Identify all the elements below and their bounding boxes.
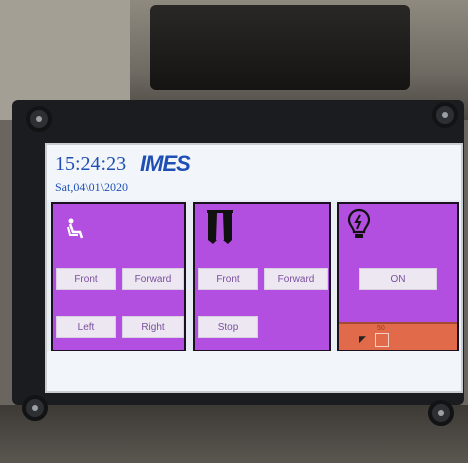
brand-logo: IMES bbox=[140, 151, 191, 176]
touch-screen: 15:24:23 IMES Sat,04\01\2020 Front Forwa… bbox=[45, 143, 463, 393]
light-level-value: 50 bbox=[377, 325, 385, 332]
header: 15:24:23 IMES Sat,04\01\2020 bbox=[47, 145, 461, 200]
light-level-slider[interactable] bbox=[375, 333, 389, 347]
mount-screw-icon bbox=[428, 400, 454, 426]
mount-screw-icon bbox=[22, 395, 48, 421]
curtain-forward-button[interactable]: Forward bbox=[264, 268, 328, 290]
desk-background bbox=[0, 405, 468, 463]
seat-front-button[interactable]: Front bbox=[56, 268, 116, 290]
clock-time: 15:24:23 bbox=[55, 153, 127, 175]
seat-right-button[interactable]: Right bbox=[122, 316, 184, 338]
seat-icon bbox=[67, 218, 84, 239]
light-on-button[interactable]: ON bbox=[359, 268, 437, 290]
seat-left-button[interactable]: Left bbox=[56, 316, 116, 338]
curtain-panel: Front Forward Stop bbox=[193, 202, 331, 352]
date-display: Sat,04\01\2020 bbox=[55, 180, 129, 194]
light-level-bar: 50 ◤ bbox=[339, 322, 457, 350]
footer-bar bbox=[47, 351, 461, 391]
mouse-cursor-icon: ◤ bbox=[359, 334, 366, 344]
seat-panel: Front Forward Left Right bbox=[51, 202, 186, 352]
background-device bbox=[150, 5, 410, 90]
mount-screw-icon bbox=[432, 102, 458, 128]
curtain-icon bbox=[207, 210, 233, 244]
lightbulb-icon bbox=[347, 208, 371, 238]
seat-forward-button[interactable]: Forward bbox=[122, 268, 184, 290]
curtain-stop-button[interactable]: Stop bbox=[198, 316, 258, 338]
mount-screw-icon bbox=[26, 106, 52, 132]
curtain-front-button[interactable]: Front bbox=[198, 268, 258, 290]
light-panel: ON 50 ◤ bbox=[337, 202, 459, 352]
